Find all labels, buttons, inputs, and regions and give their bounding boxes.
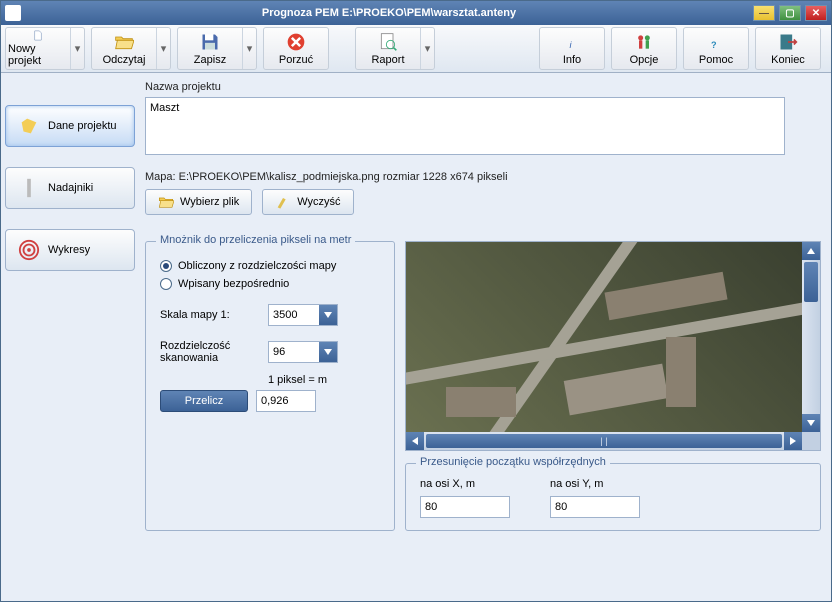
toolbar: Nowy projekt ▾ Odczytaj ▾ Zapisz ▾ Porzu… (1, 25, 831, 73)
new-project-button[interactable]: Nowy projekt (6, 28, 70, 69)
options-label: Opcje (630, 54, 659, 66)
new-project-dropdown[interactable]: ▾ (70, 28, 84, 69)
scroll-left-button[interactable] (406, 432, 424, 450)
maximize-button[interactable]: ▢ (779, 5, 801, 21)
new-project-label: Nowy projekt (8, 43, 68, 67)
info-button[interactable]: i Info (540, 28, 604, 69)
vertical-scrollbar[interactable] (802, 242, 820, 432)
sidebar-item-label: Wykresy (48, 244, 90, 256)
save-label: Zapisz (194, 54, 226, 66)
offset-legend: Przesunięcie początku współrzędnych (416, 456, 610, 468)
end-button[interactable]: Koniec (756, 28, 820, 69)
scale-combo[interactable] (268, 304, 338, 326)
radio-icon (160, 260, 172, 272)
folder-open-icon (114, 32, 134, 52)
end-label: Koniec (771, 54, 805, 66)
scroll-right-button[interactable] (784, 432, 802, 450)
sidebar-item-project-data[interactable]: Dane projektu (5, 105, 135, 147)
scale-input[interactable] (269, 309, 319, 321)
svg-text:i: i (570, 39, 573, 49)
radio-direct[interactable]: Wpisany bezpośrednio (160, 278, 380, 290)
scroll-thumb[interactable]: | | (426, 434, 782, 448)
multiplier-group: Mnożnik do przeliczenia pikseli na metr … (145, 241, 395, 531)
scan-res-combo[interactable] (268, 341, 338, 363)
scroll-up-button[interactable] (802, 242, 820, 260)
close-button[interactable]: ✕ (805, 5, 827, 21)
read-dropdown[interactable]: ▾ (156, 28, 170, 69)
radio-icon (160, 278, 172, 290)
clear-label: Wyczyść (297, 196, 340, 208)
new-file-icon (28, 30, 48, 41)
discard-label: Porzuć (279, 54, 313, 66)
report-label: Raport (371, 54, 404, 66)
offset-y-input[interactable] (550, 496, 640, 518)
radio-calculated[interactable]: Obliczony z rozdzielczości mapy (160, 260, 380, 272)
help-icon: ? (706, 32, 726, 52)
pixel-label: 1 piksel = m (268, 374, 327, 386)
radio-label: Wpisany bezpośrednio (178, 278, 289, 290)
report-dropdown[interactable]: ▾ (420, 28, 434, 69)
offset-x-label: na osi X, m (420, 478, 510, 490)
sidebar-item-charts[interactable]: Wykresy (5, 229, 135, 271)
svg-text:?: ? (711, 39, 717, 49)
map-image[interactable] (406, 242, 802, 432)
info-icon: i (562, 32, 582, 52)
info-label: Info (563, 54, 581, 66)
folder-open-icon (158, 194, 174, 210)
save-dropdown[interactable]: ▾ (242, 28, 256, 69)
hand-paper-icon (18, 115, 40, 137)
project-name-label: Nazwa projektu (145, 81, 821, 93)
map-path-label: Mapa: E:\PROEKO\PEM\kalisz_podmiejska.pn… (145, 171, 821, 183)
help-label: Pomoc (699, 54, 733, 66)
horizontal-scrollbar[interactable]: | | (406, 432, 802, 450)
titlebar: Prognoza PEM E:\PROEKO\PEM\warsztat.ante… (1, 1, 831, 25)
sidebar-item-transmitters[interactable]: Nadajniki (5, 167, 135, 209)
choose-file-button[interactable]: Wybierz plik (145, 189, 252, 215)
report-icon (378, 32, 398, 52)
sidebar-item-label: Nadajniki (48, 182, 93, 194)
minimize-button[interactable]: — (753, 5, 775, 21)
help-button[interactable]: ? Pomoc (684, 28, 748, 69)
scroll-thumb[interactable] (804, 262, 818, 302)
map-viewport[interactable]: | | (405, 241, 821, 451)
read-button[interactable]: Odczytaj (92, 28, 156, 69)
save-icon (200, 32, 220, 52)
broom-icon (275, 194, 291, 210)
sidebar-item-label: Dane projektu (48, 120, 117, 132)
sidebar: Dane projektu Nadajniki Wykresy (5, 81, 135, 591)
scale-label: Skala mapy 1: (160, 309, 260, 321)
save-button[interactable]: Zapisz (178, 28, 242, 69)
choose-file-label: Wybierz plik (180, 196, 239, 208)
chevron-down-icon[interactable] (319, 342, 337, 362)
chevron-down-icon[interactable] (319, 305, 337, 325)
discard-button[interactable]: Porzuć (264, 28, 328, 69)
read-label: Odczytaj (103, 54, 146, 66)
multiplier-legend: Mnożnik do przeliczenia pikseli na metr (156, 234, 355, 246)
antenna-icon (18, 177, 40, 199)
pixel-value-input[interactable] (256, 390, 316, 412)
scan-res-label: Rozdzielczość skanowania (160, 340, 260, 364)
app-icon (5, 5, 21, 21)
cancel-icon (286, 32, 306, 52)
offset-y-label: na osi Y, m (550, 478, 640, 490)
offset-group: Przesunięcie początku współrzędnych na o… (405, 463, 821, 531)
options-icon (634, 32, 654, 52)
project-name-input[interactable] (145, 97, 785, 155)
calculate-button[interactable]: Przelicz (160, 390, 248, 412)
scan-res-input[interactable] (269, 346, 319, 358)
scroll-corner (802, 432, 820, 450)
report-button[interactable]: Raport (356, 28, 420, 69)
window-title: Prognoza PEM E:\PROEKO\PEM\warsztat.ante… (25, 7, 753, 19)
offset-x-input[interactable] (420, 496, 510, 518)
options-button[interactable]: Opcje (612, 28, 676, 69)
clear-button[interactable]: Wyczyść (262, 189, 353, 215)
exit-icon (778, 32, 798, 52)
scroll-down-button[interactable] (802, 414, 820, 432)
radio-label: Obliczony z rozdzielczości mapy (178, 260, 336, 272)
contour-icon (18, 239, 40, 261)
